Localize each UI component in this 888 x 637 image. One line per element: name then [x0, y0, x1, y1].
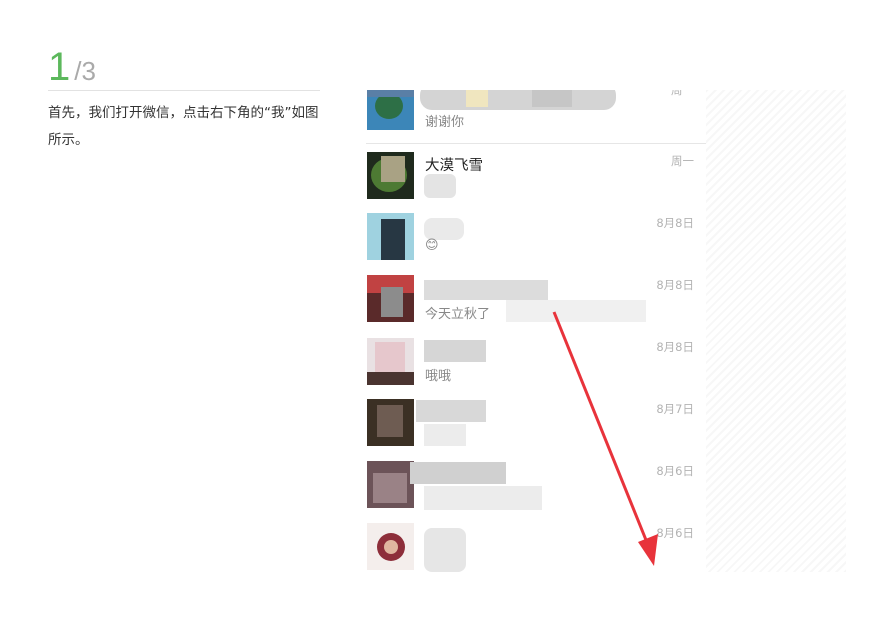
step-description: 首先，我们打开微信，点击右下角的“我”如图所示。 — [48, 105, 319, 148]
step-counter: 1/3 — [48, 46, 96, 88]
step-current-number: 1 — [48, 45, 71, 89]
red-arrow-icon — [552, 311, 658, 566]
step-total: /3 — [74, 56, 96, 86]
step-divider — [48, 90, 320, 91]
wechat-screenshot: 谢谢你 周一 大漠飞雪 周一 😊 8月8日 今天立秋了 8月8日 哦哦 8月8日… — [366, 90, 846, 572]
